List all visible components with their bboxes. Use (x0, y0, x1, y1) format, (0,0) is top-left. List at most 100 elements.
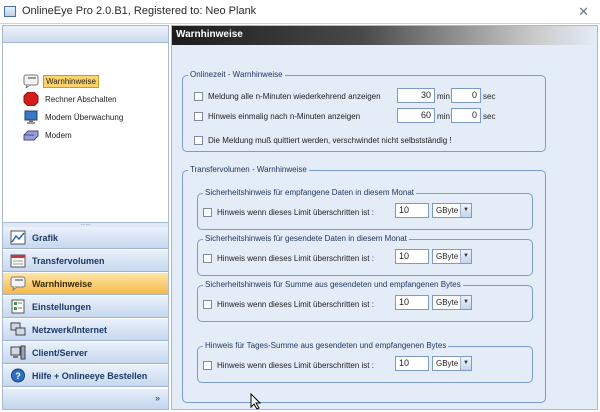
tree-item-label: Rechner Abschalten (45, 94, 117, 104)
nav-button-grafik[interactable]: Grafik (3, 227, 168, 249)
daily-subgroup: Hinweis für Tages-Summe aus gesendeten u… (197, 341, 533, 383)
tree-item-rechner-abschalten[interactable]: Rechner Abschalten (23, 91, 119, 107)
unit-select-value: GByte (436, 252, 459, 261)
minutes-unit: min (437, 112, 450, 121)
sum-limit-input[interactable]: 10 (395, 295, 429, 310)
page-title: Warnhinweise (176, 29, 243, 40)
received-unit-select[interactable]: GByte ▼ (432, 203, 472, 218)
once-seconds-input[interactable]: 0 (451, 108, 481, 123)
title-bar: OnlineEye Pro 2.0.B1, Registered to: Neo… (0, 0, 600, 24)
unit-select-value: GByte (436, 206, 459, 215)
unit-select-value: GByte (436, 359, 459, 368)
app-icon (4, 6, 16, 17)
onlinezeit-row-once: Hinweis einmalig nach n-Minuten anzeigen (194, 109, 360, 123)
limit-label: Hinweis wenn dieses Limit überschritten … (217, 253, 374, 263)
sidebar: Warnhinweise Rechner Abschalten Modem Üb… (2, 25, 169, 410)
once-minutes-input[interactable]: 60 (397, 108, 435, 123)
limit-row: Hinweis wenn dieses Limit überschritten … (203, 251, 374, 265)
tree-item-modem[interactable]: Modem (23, 127, 74, 143)
limit-row: Hinweis wenn dieses Limit überschritten … (203, 205, 374, 219)
subgroup-legend: Hinweis für Tages-Summe aus gesendeten u… (203, 341, 449, 350)
daily-unit-select[interactable]: GByte ▼ (432, 356, 472, 371)
acknowledge-label: Die Meldung muß quittiert werden, versch… (208, 135, 452, 145)
settings-icon (10, 299, 26, 314)
help-icon: ? (10, 368, 26, 383)
recurring-seconds-input[interactable]: 0 (451, 88, 481, 103)
sent-subgroup: Sicherheitshinweis für gesendete Daten i… (197, 234, 533, 276)
more-buttons-icon[interactable]: » (155, 393, 160, 403)
group-legend: Transfervolumen - Warnhinweise (188, 165, 309, 174)
limit-row: Hinweis wenn dieses Limit überschritten … (203, 297, 374, 311)
nav-button-warnhinweise[interactable]: Warnhinweise (3, 273, 168, 295)
subgroup-legend: Sicherheitshinweis für gesendete Daten i… (203, 234, 409, 243)
recurring-label: Meldung alle n-Minuten wiederkehrend anz… (208, 91, 381, 101)
nav-button-label: Grafik (32, 232, 59, 243)
chevron-down-icon[interactable]: ▼ (460, 296, 471, 309)
content-panel: Warnhinweise Onlinezeit - Warnhinweise M… (171, 25, 598, 410)
received-subgroup: Sicherheitshinweis für empfangene Daten … (197, 188, 533, 230)
chevron-down-icon[interactable]: ▼ (460, 250, 471, 263)
nav-button-client-server[interactable]: Client/Server (3, 342, 168, 364)
nav-button-transfervolumen[interactable]: Transfervolumen (3, 250, 168, 272)
warning-icon (10, 276, 26, 292)
group-legend: Onlinezeit - Warnhinweise (188, 70, 285, 79)
received-limit-checkbox[interactable] (203, 207, 212, 217)
modem-icon (23, 128, 39, 142)
warning-icon (23, 74, 39, 90)
svg-text:?: ? (15, 371, 21, 381)
nav-button-label: Client/Server (32, 347, 88, 358)
limit-row: Hinweis wenn dieses Limit überschritten … (203, 358, 374, 372)
seconds-unit: sec (483, 112, 496, 121)
once-label: Hinweis einmalig nach n-Minuten anzeigen (208, 111, 361, 121)
limit-label: Hinweis wenn dieses Limit überschritten … (217, 299, 374, 309)
sum-limit-checkbox[interactable] (203, 299, 212, 309)
minutes-unit: min (437, 92, 450, 101)
chart-icon (10, 230, 26, 245)
nav-button-label: Transfervolumen (32, 255, 105, 266)
server-icon (10, 345, 26, 360)
chevron-down-icon[interactable]: ▼ (460, 357, 471, 370)
nav-button-netzwerk[interactable]: Netzwerk/Internet (3, 319, 168, 341)
tree-item-label: Modem (45, 130, 72, 140)
stop-icon (23, 91, 39, 107)
window-title: OnlineEye Pro 2.0.B1, Registered to: Neo… (22, 5, 257, 17)
transfer-group: Transfervolumen - Warnhinweise Sicherhei… (182, 165, 546, 403)
sent-limit-input[interactable]: 10 (395, 249, 429, 264)
tree-item-label: Warnhinweise (43, 74, 99, 88)
seconds-unit: sec (483, 92, 496, 101)
unit-select-value: GByte (436, 298, 459, 307)
sum-subgroup: Sicherheitshinweis für Summe aus gesende… (197, 280, 533, 322)
chevron-down-icon[interactable]: ▼ (460, 204, 471, 217)
limit-label: Hinweis wenn dieses Limit überschritten … (217, 360, 374, 370)
received-limit-input[interactable]: 10 (395, 203, 429, 218)
tree-item-label: Modem Überwachung (45, 112, 124, 122)
tree-view: Warnhinweise Rechner Abschalten Modem Üb… (3, 44, 168, 222)
mouse-cursor-icon (250, 393, 262, 410)
recurring-checkbox[interactable] (194, 91, 203, 101)
daily-limit-checkbox[interactable] (203, 360, 212, 370)
nav-button-einstellungen[interactable]: Einstellungen (3, 296, 168, 318)
content-header: Warnhinweise (172, 26, 597, 45)
onlinezeit-row-acknowledge: Die Meldung muß quittiert werden, versch… (194, 133, 452, 147)
nav-footer: » (3, 389, 168, 409)
close-icon[interactable]: ✕ (578, 4, 589, 20)
nav-button-label: Netzwerk/Internet (32, 324, 108, 335)
sent-limit-checkbox[interactable] (203, 253, 212, 263)
monitor-icon (23, 110, 39, 124)
onlinezeit-group: Onlinezeit - Warnhinweise Meldung alle n… (182, 70, 546, 152)
tree-item-warnhinweise[interactable]: Warnhinweise (23, 73, 99, 90)
daily-limit-input[interactable]: 10 (395, 356, 429, 371)
subgroup-legend: Sicherheitshinweis für empfangene Daten … (203, 188, 417, 197)
onlinezeit-row-recurring: Meldung alle n-Minuten wiederkehrend anz… (194, 89, 381, 103)
tree-item-modem-ueberwachung[interactable]: Modem Überwachung (23, 109, 125, 125)
acknowledge-checkbox[interactable] (194, 135, 203, 145)
nav-button-label: Hilfe + Onlineeye Bestellen (32, 370, 148, 381)
nav-button-label: Warnhinweise (32, 278, 93, 289)
once-checkbox[interactable] (194, 111, 203, 121)
limit-label: Hinweis wenn dieses Limit überschritten … (217, 207, 374, 217)
recurring-minutes-input[interactable]: 30 (397, 88, 435, 103)
nav-button-hilfe[interactable]: ? Hilfe + Onlineeye Bestellen (3, 365, 168, 387)
sum-unit-select[interactable]: GByte ▼ (432, 295, 472, 310)
sent-unit-select[interactable]: GByte ▼ (432, 249, 472, 264)
calendar-icon (10, 253, 26, 268)
